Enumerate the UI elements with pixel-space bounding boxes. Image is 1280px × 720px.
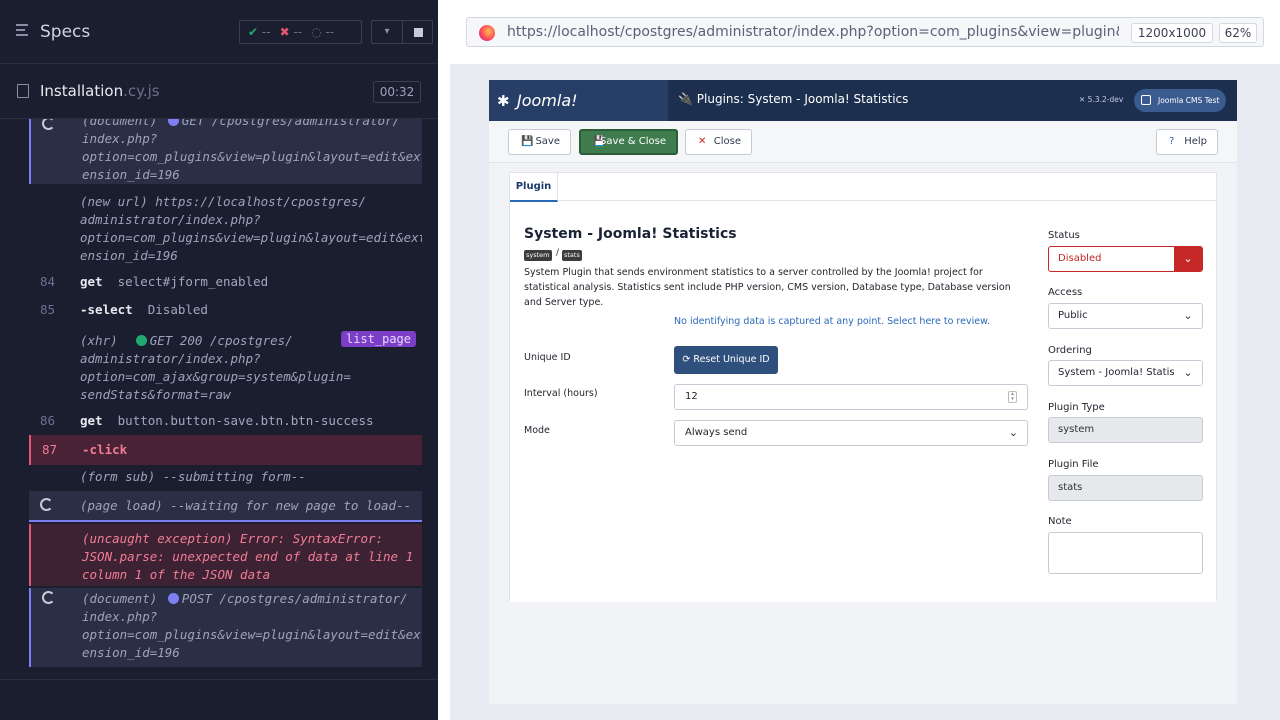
spec-name[interactable]: Installation.cy.js bbox=[40, 82, 160, 100]
dot-icon bbox=[167, 593, 179, 604]
privacy-link[interactable]: No identifying data is captured at any p… bbox=[674, 316, 990, 327]
chevron-down-icon: ⌄ bbox=[1174, 247, 1202, 271]
passed-stat: ✔ -- bbox=[248, 25, 271, 39]
tag-separator: / bbox=[556, 248, 560, 258]
command-row[interactable]: (document) GET /cpostgres/administrator/… bbox=[29, 119, 422, 184]
mode-select[interactable]: Always send ⌄ bbox=[674, 420, 1028, 446]
runner-header: Specs ✔ -- ✖ -- ◌ -- ▾ bbox=[0, 0, 438, 64]
mode-label: Mode bbox=[524, 425, 550, 436]
tag-badge: stats bbox=[562, 250, 582, 261]
spinner-icon: ▴ ▾ bbox=[1008, 391, 1017, 403]
command-row[interactable]: 85 -select Disabled bbox=[29, 301, 422, 319]
spec-header: Installation.cy.js 00:32 bbox=[0, 64, 438, 119]
dot-icon bbox=[135, 335, 147, 346]
x-icon: ✖ bbox=[279, 25, 290, 39]
viewport-size[interactable]: 1200x1000 bbox=[1131, 23, 1213, 43]
interval-input[interactable]: 12 ▴ ▾ bbox=[674, 384, 1028, 410]
plugin-form: System - Joomla! Statistics system / sta… bbox=[510, 202, 1216, 602]
file-icon bbox=[17, 84, 29, 98]
alias-badge: list_page bbox=[340, 331, 416, 347]
save-button[interactable]: 💾 Save bbox=[508, 129, 571, 155]
plugin-type-field: system bbox=[1048, 417, 1203, 443]
timer: 00:32 bbox=[373, 81, 421, 103]
tag-badge: system bbox=[524, 250, 552, 261]
command-row[interactable]: (document) POST /cpostgres/administrator… bbox=[29, 588, 422, 667]
plugin-file-label: Plugin File bbox=[1048, 459, 1099, 470]
unique-id-label: Unique ID bbox=[524, 352, 571, 363]
cypress-runner-panel: Specs ✔ -- ✖ -- ◌ -- ▾ Installation.cy.j… bbox=[0, 0, 438, 720]
access-label: Access bbox=[1048, 287, 1083, 298]
reset-unique-id-button[interactable]: ⟳ Reset Unique ID bbox=[674, 346, 778, 374]
loading-icon bbox=[42, 591, 55, 604]
ordering-select[interactable]: System - Joomla! Statistics ⌄ bbox=[1048, 360, 1203, 386]
status-select[interactable]: Disabled ⌄ bbox=[1048, 246, 1203, 272]
status-label: Status bbox=[1048, 230, 1080, 241]
save-icon: 💾 bbox=[521, 136, 534, 147]
save-close-button[interactable]: 💾 Save & Close bbox=[579, 129, 678, 155]
app-frame: ✱ Joomla! 🔌 Plugins: System - Joomla! St… bbox=[489, 80, 1237, 704]
failed-stat: ✖ -- bbox=[279, 25, 303, 39]
chevron-down-icon: ⌄ bbox=[1174, 361, 1202, 385]
stop-button[interactable] bbox=[403, 20, 433, 44]
joomla-icon: ✱ bbox=[497, 92, 510, 110]
chevron-down-icon: ⌄ bbox=[1008, 426, 1018, 439]
url-field[interactable]: https://localhost/cpostgres/administrato… bbox=[466, 17, 1264, 47]
pending-stat: ◌ -- bbox=[311, 25, 335, 39]
help-icon: ? bbox=[1169, 136, 1175, 147]
check-icon: ✔ bbox=[248, 25, 259, 39]
loading-icon bbox=[42, 119, 55, 130]
command-log[interactable]: (document) GET /cpostgres/administrator/… bbox=[29, 119, 422, 667]
aut-panel: https://localhost/cpostgres/administrato… bbox=[450, 0, 1280, 720]
close-button[interactable]: ✕ Close bbox=[685, 129, 752, 155]
dot-icon bbox=[167, 119, 179, 126]
note-textarea[interactable] bbox=[1048, 532, 1203, 574]
page-title: 🔌 Plugins: System - Joomla! Statistics bbox=[678, 92, 909, 106]
plugin-file-field: stats bbox=[1048, 475, 1203, 501]
plugin-description: System Plugin that sends environment sta… bbox=[524, 267, 1011, 308]
url-text: https://localhost/cpostgres/administrato… bbox=[507, 24, 1119, 40]
external-link-icon bbox=[1141, 95, 1151, 105]
test-stats: ✔ -- ✖ -- ◌ -- bbox=[239, 20, 362, 44]
ordering-label: Ordering bbox=[1048, 345, 1092, 356]
menu-icon[interactable] bbox=[16, 24, 32, 40]
command-row[interactable]: (new url) https://localhost/cpostgres/ a… bbox=[29, 193, 422, 265]
toolbar: 💾 Save 💾 Save & Close ✕ Close ? Help bbox=[489, 121, 1237, 163]
tabs: Plugin bbox=[510, 173, 1216, 202]
joomla-logo[interactable]: ✱ Joomla! bbox=[489, 80, 668, 121]
runner-footer bbox=[0, 679, 438, 720]
chevron-down-icon: ⌄ bbox=[1174, 304, 1202, 328]
command-row[interactable]: 84 get select#jform_enabled bbox=[29, 273, 422, 291]
command-row[interactable]: (page load) --waiting for new page to lo… bbox=[29, 491, 422, 522]
site-link[interactable]: Joomla CMS Test bbox=[1134, 89, 1226, 112]
loading-icon bbox=[40, 498, 53, 511]
firefox-icon bbox=[479, 25, 495, 41]
version: ✕ 5.3.2-dev bbox=[1079, 95, 1124, 104]
tab-plugin[interactable]: Plugin bbox=[510, 173, 558, 202]
close-icon: ✕ bbox=[698, 136, 707, 147]
command-row[interactable]: 86 get button.button-save.btn.btn-succes… bbox=[29, 412, 422, 430]
pending-icon: ◌ bbox=[311, 25, 322, 39]
access-select[interactable]: Public ⌄ bbox=[1048, 303, 1203, 329]
url-bar: https://localhost/cpostgres/administrato… bbox=[450, 0, 1280, 64]
divider bbox=[438, 0, 450, 720]
command-row[interactable]: (form sub) --submitting form-- bbox=[29, 468, 422, 486]
stop-icon bbox=[414, 28, 423, 37]
joomla-header: ✱ Joomla! 🔌 Plugins: System - Joomla! St… bbox=[489, 80, 1237, 121]
plugin-title: System - Joomla! Statistics bbox=[524, 226, 737, 242]
interval-label: Interval (hours) bbox=[524, 388, 598, 399]
zoom-level[interactable]: 62% bbox=[1219, 23, 1257, 43]
chevron-down-icon[interactable]: ▾ bbox=[371, 20, 403, 44]
runner-title: Specs bbox=[40, 22, 91, 42]
plugin-card: Plugin System - Joomla! Statistics syste… bbox=[509, 172, 1217, 602]
note-label: Note bbox=[1048, 516, 1072, 527]
error-row[interactable]: (uncaught exception) Error: SyntaxError:… bbox=[29, 524, 422, 586]
plug-icon: 🔌 bbox=[678, 92, 693, 106]
help-button[interactable]: ? Help bbox=[1156, 129, 1218, 155]
plugin-type-label: Plugin Type bbox=[1048, 402, 1105, 413]
command-row-failed[interactable]: 87 -click bbox=[29, 435, 422, 465]
refresh-icon: ⟳ bbox=[682, 354, 691, 365]
